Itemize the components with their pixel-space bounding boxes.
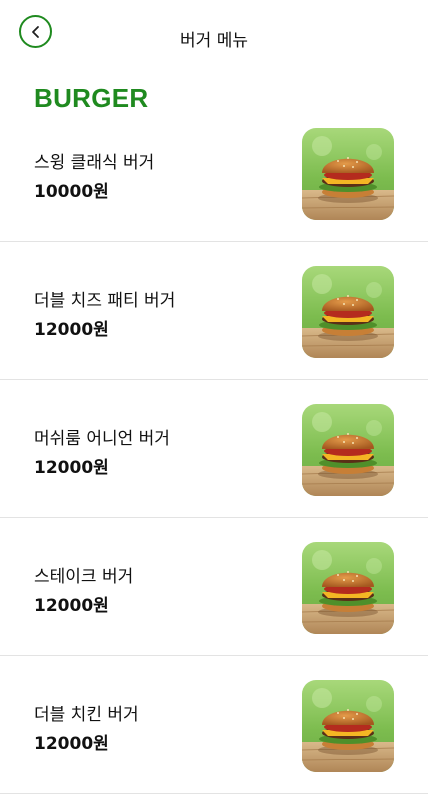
menu-item[interactable]: 더블 치즈 패티 버거 12000원: [0, 242, 428, 380]
menu-item[interactable]: 스테이크 버거 12000원: [0, 518, 428, 656]
page-title: 버거 메뉴: [180, 31, 248, 51]
menu-item[interactable]: 더블 치킨 버거 12000원: [0, 656, 428, 794]
menu-item-name: 더블 치즈 패티 버거: [34, 291, 176, 311]
menu-item-name: 더블 치킨 버거: [34, 705, 139, 725]
menu-item-price: 12000원: [34, 596, 109, 616]
burger-image: [302, 266, 394, 358]
menu-item-price: 12000원: [34, 320, 109, 340]
burger-image: [302, 680, 394, 772]
menu-item-price: 10000원: [34, 182, 109, 202]
burger-image: [302, 128, 394, 220]
app-header: 버거 메뉴: [0, 0, 428, 70]
menu-item-name: 머쉬룸 어니언 버거: [34, 429, 170, 449]
burger-image: [302, 404, 394, 496]
menu-list: 스윙 클래식 버거 10000원 더블 치즈 패티 버거 12000원 머쉬룸 …: [0, 104, 428, 794]
burger-image: [302, 542, 394, 634]
menu-item-name: 스테이크 버거: [34, 567, 134, 587]
menu-item-price: 12000원: [34, 734, 109, 754]
menu-item-price: 12000원: [34, 458, 109, 478]
menu-item[interactable]: 스윙 클래식 버거 10000원: [0, 104, 428, 242]
menu-item-name: 스윙 클래식 버거: [34, 153, 155, 173]
menu-item[interactable]: 머쉬룸 어니언 버거 12000원: [0, 380, 428, 518]
